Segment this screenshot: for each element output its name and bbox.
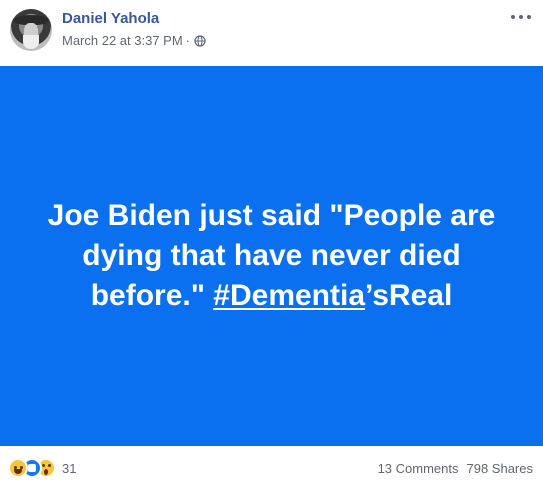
eye xyxy=(42,464,45,467)
more-options-icon[interactable] xyxy=(511,10,531,24)
reactions-summary[interactable]: 31 xyxy=(8,458,76,478)
hashtag-link[interactable]: #Dementia xyxy=(213,279,365,312)
eye xyxy=(48,464,51,467)
avatar[interactable] xyxy=(10,9,52,51)
shares-count[interactable]: 798 Shares xyxy=(467,461,534,476)
post-footer: 31 13 Comments 798 Shares xyxy=(0,446,543,488)
thumb xyxy=(28,464,36,472)
post-timestamp[interactable]: March 22 at 3:37 PM xyxy=(62,33,183,48)
author-name[interactable]: Daniel Yahola xyxy=(62,10,159,27)
comments-count[interactable]: 13 Comments xyxy=(378,461,459,476)
post-background: Joe Biden just said "People are dying th… xyxy=(0,66,543,446)
post-stats: 13 Comments 798 Shares xyxy=(378,461,533,476)
post-text-tail: ’sReal xyxy=(365,279,453,312)
mouth xyxy=(44,469,48,475)
post-meta: March 22 at 3:37 PM · xyxy=(62,33,206,48)
beard-shape xyxy=(23,35,39,49)
meta-separator: · xyxy=(185,33,191,48)
dot xyxy=(511,15,515,19)
dot xyxy=(527,15,531,19)
globe-icon[interactable] xyxy=(194,34,206,47)
mouth xyxy=(14,469,22,474)
post-text: Joe Biden just said "People are dying th… xyxy=(22,196,522,316)
dot xyxy=(519,15,523,19)
post-header: Daniel Yahola March 22 at 3:37 PM · xyxy=(0,0,543,66)
haha-icon xyxy=(8,458,28,478)
reaction-count: 31 xyxy=(62,460,77,476)
